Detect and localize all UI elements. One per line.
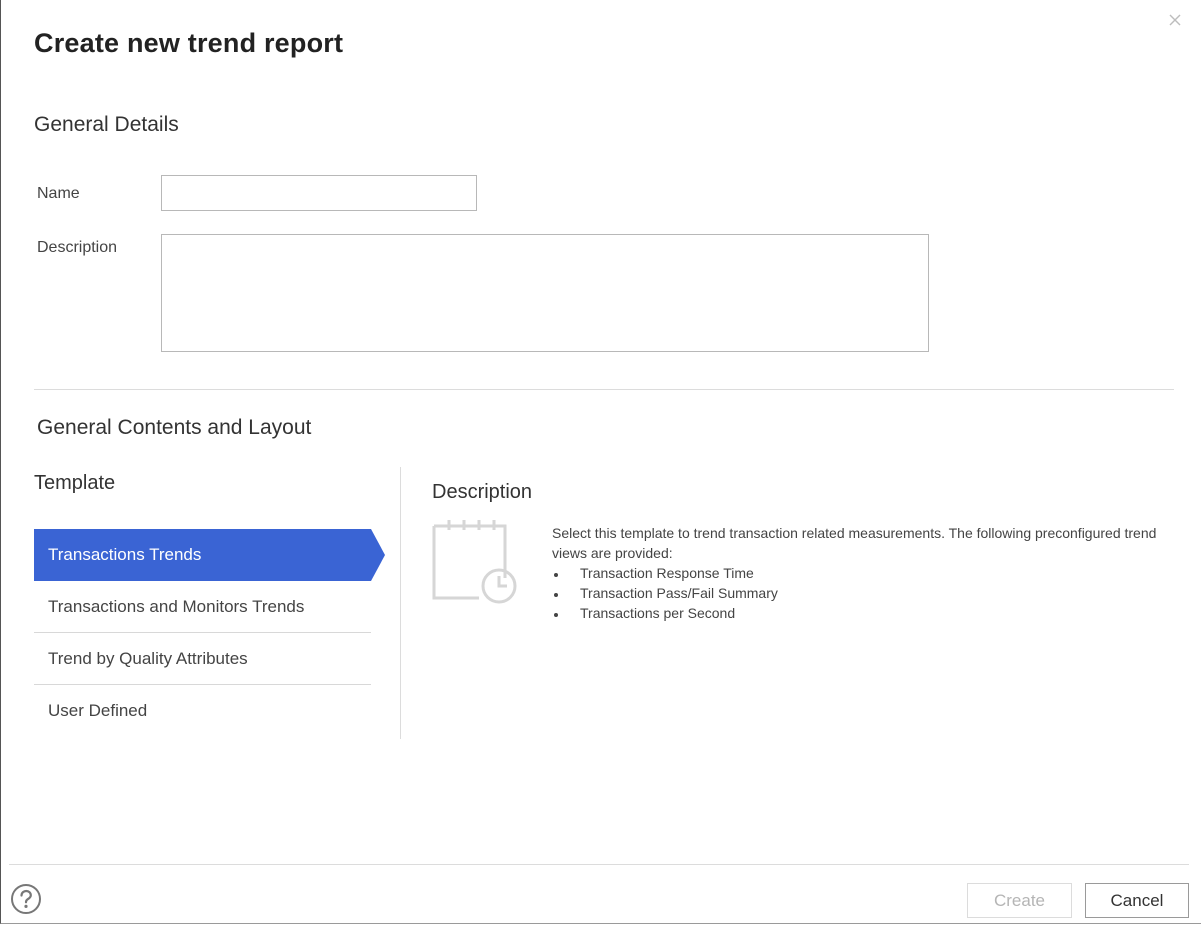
list-item: Transaction Pass/Fail Summary bbox=[568, 583, 1172, 603]
create-trend-report-dialog: Create new trend report General Details … bbox=[0, 0, 1201, 924]
contents-heading: General Contents and Layout bbox=[37, 416, 312, 439]
list-item: Transactions per Second bbox=[568, 603, 1172, 623]
template-list: Transactions Trends Transactions and Mon… bbox=[34, 529, 386, 737]
description-input[interactable] bbox=[161, 234, 929, 352]
template-item-transactions-trends[interactable]: Transactions Trends bbox=[34, 529, 385, 581]
description-heading: Description bbox=[432, 481, 533, 503]
create-button[interactable]: Create bbox=[967, 883, 1072, 918]
calendar-clock-icon bbox=[431, 518, 521, 608]
help-icon[interactable] bbox=[10, 883, 42, 915]
template-item-trend-quality-attributes[interactable]: Trend by Quality Attributes bbox=[34, 633, 371, 685]
template-description-text: Select this template to trend transactio… bbox=[552, 525, 1157, 561]
footer-divider bbox=[9, 864, 1189, 865]
template-description: Select this template to trend transactio… bbox=[552, 523, 1172, 623]
list-item: Transaction Response Time bbox=[568, 563, 1172, 583]
template-view-list: Transaction Response Time Transaction Pa… bbox=[552, 563, 1172, 623]
template-item-label: Trend by Quality Attributes bbox=[48, 649, 248, 668]
template-item-transactions-monitors-trends[interactable]: Transactions and Monitors Trends bbox=[34, 581, 371, 633]
general-details-heading: General Details bbox=[34, 113, 179, 136]
template-item-user-defined[interactable]: User Defined bbox=[34, 685, 371, 737]
template-item-label: Transactions Trends bbox=[48, 545, 202, 564]
dialog-title: Create new trend report bbox=[34, 28, 344, 58]
template-heading: Template bbox=[34, 472, 116, 494]
close-icon[interactable] bbox=[1167, 12, 1183, 28]
section-divider bbox=[34, 389, 1174, 390]
cancel-button[interactable]: Cancel bbox=[1085, 883, 1189, 918]
template-item-label: User Defined bbox=[48, 701, 148, 720]
name-input[interactable] bbox=[161, 175, 477, 211]
template-item-label: Transactions and Monitors Trends bbox=[48, 597, 305, 616]
template-divider bbox=[400, 467, 401, 739]
name-label: Name bbox=[37, 185, 80, 202]
description-label: Description bbox=[37, 239, 118, 256]
